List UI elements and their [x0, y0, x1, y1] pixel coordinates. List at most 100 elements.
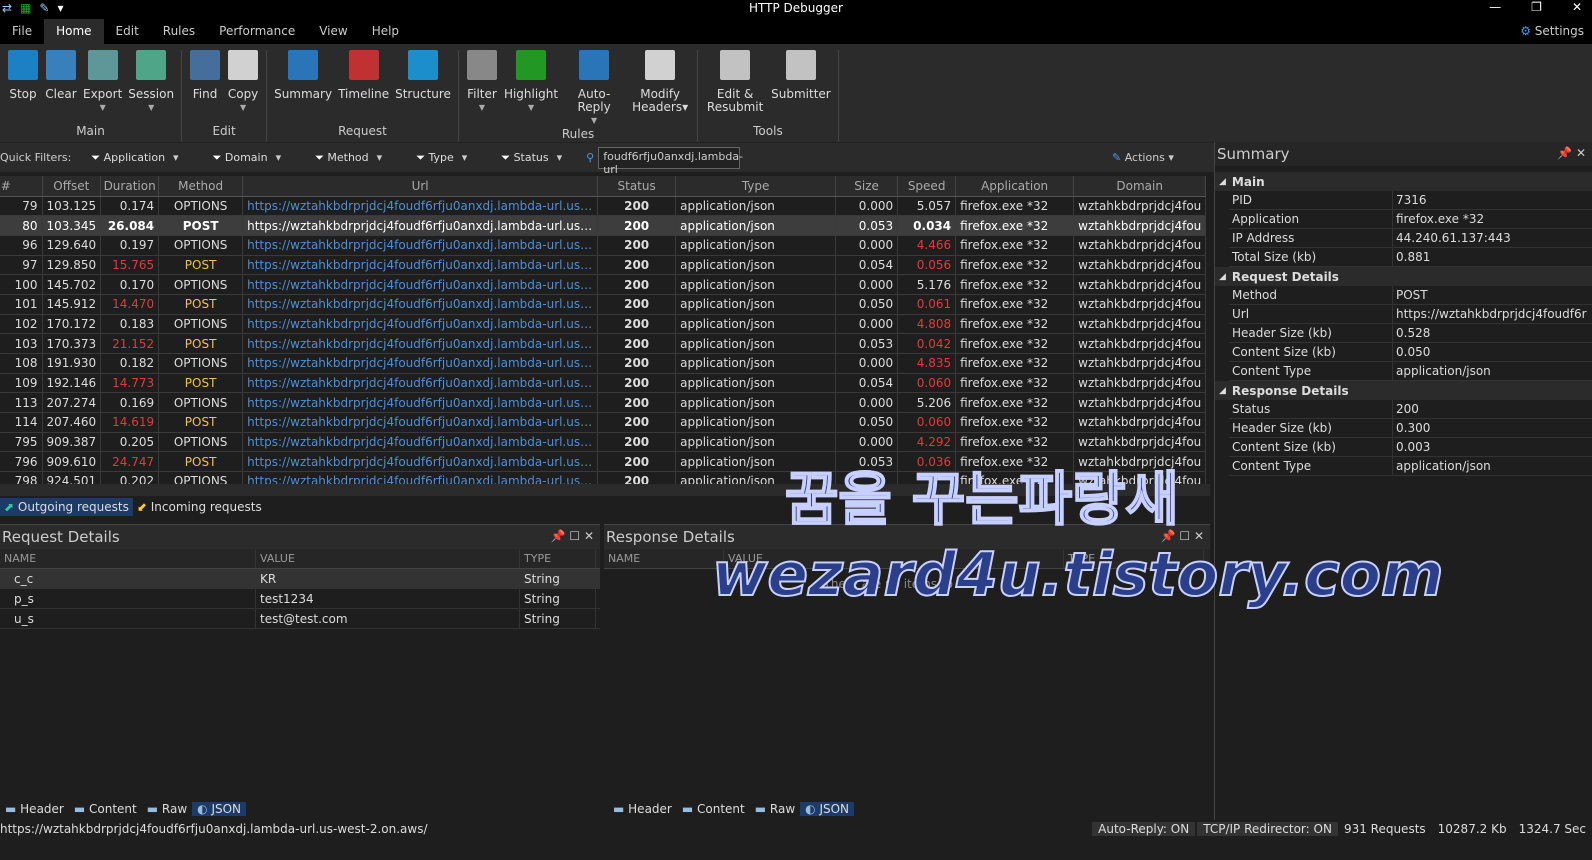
auto-reply-status[interactable]: Auto-Reply: ON — [1092, 822, 1196, 836]
copy-button[interactable]: Copy ▼ — [224, 50, 262, 124]
menu-help[interactable]: Help — [360, 19, 411, 44]
tab-header[interactable]: ▬ Header — [0, 802, 69, 816]
summary-button[interactable]: Summary — [271, 50, 335, 124]
clear-button[interactable]: Clear — [42, 50, 80, 124]
table-row[interactable]: 795 909.387 0.205 OPTIONS https://wztahkbdrp… — [0, 432, 1207, 453]
column-method[interactable]: Method — [158, 176, 244, 197]
table-row[interactable]: 97 129.850 15.765 POST https://wztahkbdrprjd… — [0, 255, 1207, 276]
structure-button[interactable]: Structure — [392, 50, 454, 124]
tab-json[interactable]: ◐ JSON — [800, 802, 855, 816]
collapse-icon[interactable]: ◢ — [1219, 386, 1226, 396]
minimize-button[interactable]: — — [1489, 0, 1501, 14]
redirector-status[interactable]: TCP/IP Redirector: ON — [1197, 822, 1338, 836]
summary-section[interactable]: ◢ Request Details — [1215, 267, 1592, 286]
session-button[interactable]: Session ▼ — [125, 50, 177, 124]
menu-edit[interactable]: Edit — [104, 19, 151, 44]
panel-controls[interactable]: 📌 ✕ — [1557, 146, 1586, 160]
tab-json[interactable]: ◐ JSON — [192, 802, 247, 816]
filter-method[interactable]: ⏷ Method ▾ — [315, 151, 382, 165]
summary-section[interactable]: ◢ Response Details — [1215, 381, 1592, 400]
table-row[interactable]: 80 103.345 26.084 POST https://wztahkbdrprjd… — [0, 215, 1207, 236]
summary-section[interactable]: ◢ Main — [1215, 172, 1592, 191]
column-number[interactable]: # — [0, 176, 43, 197]
settings-button[interactable]: ⚙ Settings — [1520, 24, 1584, 38]
tab-header[interactable]: ▬ Header — [608, 802, 677, 816]
edit-resubmit-button[interactable]: Edit & Resubmit — [702, 50, 768, 124]
collapse-icon[interactable]: ◢ — [1219, 272, 1226, 282]
cell-method: POST — [158, 294, 244, 315]
restore-button[interactable]: ❐ — [1531, 0, 1542, 14]
column-name[interactable]: NAME — [0, 549, 256, 568]
cell-value: KR — [256, 569, 520, 588]
table-row[interactable]: 102 170.172 0.183 OPTIONS https://wztahkbdrp… — [0, 314, 1207, 335]
table-row[interactable]: 100 145.702 0.170 OPTIONS https://wztahkbdrp… — [0, 274, 1207, 295]
highlight-button[interactable]: Highlight ▼ — [501, 50, 561, 127]
menu-file[interactable]: File — [0, 19, 44, 44]
submitter-button[interactable]: Submitter — [768, 50, 834, 124]
panel-controls[interactable]: 📌 ☐ ✕ — [551, 529, 594, 543]
column-domain[interactable]: Domain — [1073, 176, 1207, 197]
column-type[interactable]: Type — [675, 176, 837, 197]
auto-reply-button[interactable]: Auto-Reply ▼ — [561, 50, 627, 127]
table-row[interactable]: 113 207.274 0.169 OPTIONS https://wztahkbdrp… — [0, 392, 1207, 414]
button-label: Session — [128, 87, 175, 101]
column-application[interactable]: Application — [955, 176, 1075, 197]
list-item[interactable]: u_s test@test.com String — [0, 609, 600, 629]
column-offset[interactable]: Offset — [42, 176, 102, 197]
tab-content[interactable]: ▬ Content — [69, 802, 142, 816]
cell-value: test1234 — [256, 589, 520, 608]
table-row[interactable]: 103 170.373 21.152 POST https://wztahkbdrprj… — [0, 333, 1207, 354]
export-button[interactable]: Export ▼ — [80, 50, 125, 124]
list-item[interactable]: p_s test1234 String — [0, 589, 600, 609]
find-icon — [190, 50, 221, 80]
cell-size: 0.050 — [835, 294, 899, 315]
column-url[interactable]: Url — [242, 176, 599, 197]
column-type[interactable]: TYPE — [520, 549, 596, 568]
tab-raw[interactable]: ▬ Raw — [142, 802, 192, 816]
status-url: https://wztahkbdrprjdcj4foudf6rfju0anxdj… — [0, 822, 428, 836]
menu-view[interactable]: View — [307, 19, 359, 44]
list-item[interactable]: c_c KR String — [0, 569, 600, 589]
column-speed[interactable]: Speed — [897, 176, 957, 197]
cell-size: 0.054 — [835, 373, 899, 394]
table-row[interactable]: 79 103.125 0.174 OPTIONS https://wztahkbdrpr… — [0, 196, 1207, 217]
chevron-down-icon: ▾ — [275, 150, 282, 164]
tab-raw[interactable]: ▬ Raw — [750, 802, 800, 816]
summary-key: Url — [1229, 305, 1393, 323]
timeline-button[interactable]: Timeline — [335, 50, 392, 124]
column-name[interactable]: NAME — [604, 549, 724, 568]
menu-rules[interactable]: Rules — [151, 19, 207, 44]
table-row[interactable]: 108 191.930 0.182 OPTIONS https://wztahkbdrp… — [0, 353, 1207, 374]
filter-application[interactable]: ⏷ Application ▾ — [91, 151, 178, 165]
table-row[interactable]: 96 129.640 0.197 OPTIONS https://wztahkbdrpr… — [0, 235, 1207, 256]
tab-content[interactable]: ▬ Content — [677, 802, 750, 816]
table-row[interactable]: 114 207.460 14.619 POST https://wztahkbdrprj… — [0, 412, 1207, 433]
filter-button[interactable]: Filter ▼ — [463, 50, 501, 127]
modify-headers-button[interactable]: Modify Headers▾ — [627, 50, 693, 127]
menu-performance[interactable]: Performance — [207, 19, 307, 44]
button-label: Find — [192, 87, 218, 101]
close-button[interactable]: ✕ — [1572, 0, 1582, 14]
filter-status[interactable]: ⏷ Status ▾ — [501, 151, 562, 165]
actions-button[interactable]: ✎ Actions ▾ — [1112, 151, 1174, 164]
cell-domain: wztahkbdrprjdcj4fou — [1073, 215, 1207, 236]
column-size[interactable]: Size — [835, 176, 899, 197]
column-status[interactable]: Status — [597, 176, 677, 197]
table-row[interactable]: 101 145.912 14.470 POST https://wztahkbdrprj… — [0, 294, 1207, 315]
column-value[interactable]: VALUE — [256, 549, 520, 568]
find-button[interactable]: Find — [186, 50, 224, 124]
filter-domain[interactable]: ⏷ Domain ▾ — [213, 151, 282, 165]
requests-grid[interactable]: # Offset Duration Method Url Status Type Size Sp… — [0, 176, 1210, 484]
search-input[interactable]: foudf6rfju0anxdj.lambda-url — [598, 146, 743, 176]
stop-button[interactable]: Stop — [4, 50, 42, 124]
cell-status: 200 — [597, 451, 677, 473]
cell-domain: wztahkbdrprjdcj4fou — [1073, 412, 1207, 433]
table-row[interactable]: 109 192.146 14.773 POST https://wztahkbdrprj… — [0, 373, 1207, 394]
menu-home[interactable]: Home — [44, 19, 104, 44]
tab-outgoing-requests[interactable]: ⬈ Outgoing requests — [0, 498, 133, 516]
column-duration[interactable]: Duration — [100, 176, 160, 197]
filter-type[interactable]: ⏷ Type ▾ — [416, 151, 467, 165]
tab-incoming-requests[interactable]: ⬋ Incoming requests — [133, 498, 266, 516]
collapse-icon[interactable]: ◢ — [1219, 177, 1226, 187]
ribbon: Stop Clear Export ▼ Session ▼ Main Find Copy ▼ Edi… — [0, 44, 1592, 142]
